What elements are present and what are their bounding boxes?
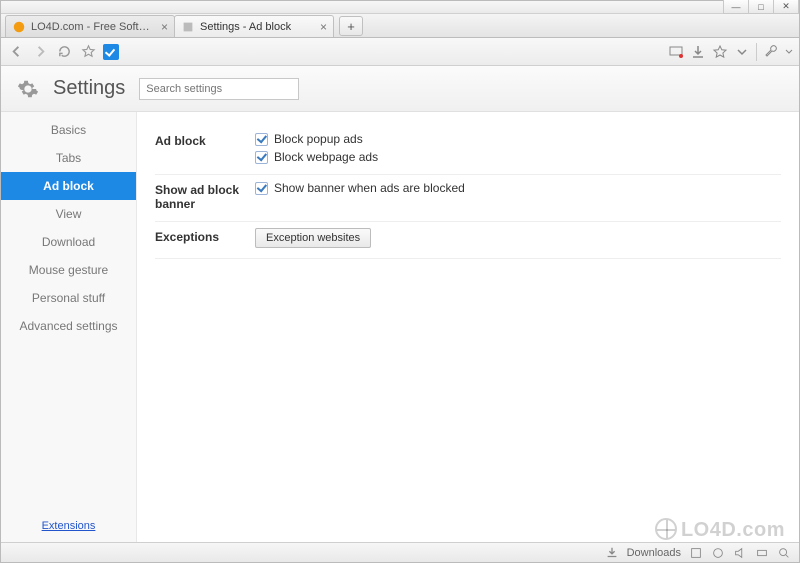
wrench-icon[interactable] [763,44,779,60]
tab-title: LO4D.com - Free Software [31,21,156,33]
browser-toolbar [1,38,799,66]
settings-main: Ad block Block popup ads Block webpage a… [137,112,799,542]
checkbox-block-popup[interactable]: Block popup ads [255,132,781,146]
tab-close-icon[interactable]: × [320,20,327,34]
tab-lo4d[interactable]: LO4D.com - Free Software × [5,15,175,37]
exception-websites-button[interactable]: Exception websites [255,228,371,248]
forward-button[interactable] [31,43,49,61]
download-tray-icon[interactable] [605,546,619,560]
section-exceptions: Exceptions Exception websites [155,222,781,259]
sidebar-item-mouse-gesture[interactable]: Mouse gesture [1,256,136,284]
tab-title: Settings - Ad block [200,21,315,33]
star-icon[interactable] [712,44,728,60]
settings-page: Settings Basics Tabs Ad block View Downl… [1,66,799,542]
tab-close-icon[interactable]: × [161,20,168,34]
status-icon-1[interactable] [689,546,703,560]
gear-icon [17,78,39,100]
new-tab-button[interactable]: + [339,16,363,36]
tab-settings[interactable]: Settings - Ad block × [174,15,334,37]
status-icon-2[interactable] [711,546,725,560]
extensions-link-wrap: Extensions [1,520,136,532]
sidebar-item-tabs[interactable]: Tabs [1,144,136,172]
checkbox-label: Block popup ads [274,132,363,146]
window-controls: — □ ✕ [724,0,799,14]
section-adblock: Ad block Block popup ads Block webpage a… [155,126,781,175]
sidebar-item-download[interactable]: Download [1,228,136,256]
favorite-button[interactable] [79,43,97,61]
close-button[interactable]: ✕ [773,0,799,14]
page-title: Settings [53,77,125,100]
sidebar-item-basics[interactable]: Basics [1,116,136,144]
favicon-icon [12,20,26,34]
checkbox-show-banner[interactable]: Show banner when ads are blocked [255,181,781,195]
zoom-icon[interactable] [777,546,791,560]
toolbar-right [668,43,793,61]
titlebar: — □ ✕ [1,1,799,14]
status-bar: Downloads [1,542,799,562]
checkbox-label: Show banner when ads are blocked [274,181,465,195]
settings-sidebar: Basics Tabs Ad block View Download Mouse… [1,112,137,542]
settings-body: Basics Tabs Ad block View Download Mouse… [1,112,799,542]
reload-button[interactable] [55,43,73,61]
checkbox-icon [255,151,268,164]
favicon-icon [181,20,195,34]
maximize-button[interactable]: □ [748,0,774,14]
sidebar-item-advanced[interactable]: Advanced settings [1,312,136,340]
tab-strip: LO4D.com - Free Software × Settings - Ad… [1,14,799,38]
checkbox-label: Block webpage ads [274,150,378,164]
section-label: Exceptions [155,228,255,248]
chevron-down-icon[interactable] [734,44,750,60]
sidebar-item-view[interactable]: View [1,200,136,228]
shield-icon[interactable] [103,44,119,60]
section-label: Show ad block banner [155,181,255,211]
checkbox-block-webpage[interactable]: Block webpage ads [255,150,781,164]
extensions-link[interactable]: Extensions [42,520,96,532]
section-label: Ad block [155,132,255,164]
settings-header: Settings [1,66,799,112]
status-icon-4[interactable] [755,546,769,560]
screen-icon[interactable] [668,44,684,60]
section-banner: Show ad block banner Show banner when ad… [155,175,781,222]
downloads-label[interactable]: Downloads [627,547,681,559]
minimize-button[interactable]: — [723,0,749,14]
menu-chevron-icon[interactable] [785,44,793,60]
sidebar-item-personal[interactable]: Personal stuff [1,284,136,312]
sidebar-item-adblock[interactable]: Ad block [1,172,136,200]
mute-icon[interactable] [733,546,747,560]
checkbox-icon [255,182,268,195]
checkbox-icon [255,133,268,146]
search-input[interactable] [139,78,299,100]
back-button[interactable] [7,43,25,61]
download-icon[interactable] [690,44,706,60]
